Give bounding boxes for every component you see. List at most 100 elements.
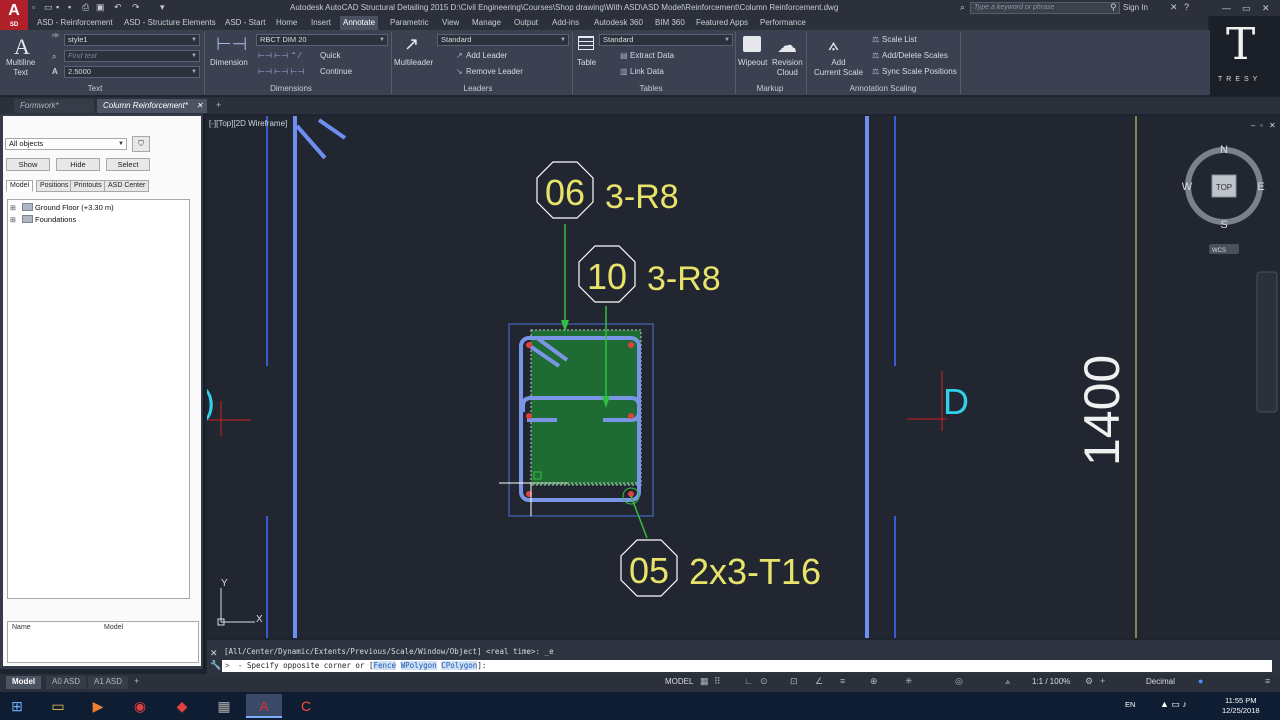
isolate-icon[interactable]: ● (1198, 676, 1203, 686)
viewport-close-icon[interactable]: ✕ (1269, 121, 1276, 130)
tab-performance[interactable]: Performance (760, 18, 806, 27)
viewcube-east[interactable]: E (1257, 181, 1264, 193)
units-selector[interactable]: Decimal (1146, 677, 1175, 686)
annotation-visibility-icon[interactable]: ◎ (955, 676, 963, 687)
search-input[interactable]: Type a keyword or phrase (970, 2, 1120, 14)
add-delete-scales-button[interactable]: ⚖ Add/Delete Scales (872, 51, 948, 60)
new-tab-icon[interactable]: + (216, 100, 221, 110)
scale-list-button[interactable]: ⚖ Scale List (872, 35, 917, 44)
sync-scale-positions-button[interactable]: ⚖ Sync Scale Positions (872, 67, 957, 76)
tree-item-ground-floor[interactable]: Ground Floor (+3.30 m) (22, 203, 114, 212)
camtasia-icon[interactable]: C (288, 694, 324, 718)
tab-positions[interactable]: Positions (36, 180, 73, 192)
show-button[interactable]: Show (6, 158, 50, 171)
save-as-icon[interactable]: ▪ (68, 2, 71, 12)
tab-parametric[interactable]: Parametric (390, 18, 429, 27)
close-tab-icon[interactable]: ✕ (196, 99, 203, 112)
undo-icon[interactable]: ↶ (114, 2, 122, 13)
panel-title-dimensions[interactable]: Dimensions (266, 84, 316, 93)
table-button[interactable]: Table (577, 58, 596, 67)
add-icon[interactable]: + (1100, 676, 1105, 686)
close-icon[interactable]: ✕ (1262, 3, 1270, 14)
dimension-icon[interactable]: ⊢⊣ (216, 34, 247, 55)
leader-style-combo[interactable]: Standard ▼ (437, 34, 569, 46)
add-current-scale-button[interactable]: Add Current Scale (814, 58, 863, 78)
table-icon[interactable] (578, 36, 594, 50)
column-section[interactable] (530, 329, 642, 486)
doc-tab-column-reinforcement[interactable]: Column Reinforcement* ✕ (97, 99, 207, 113)
drawing-viewport[interactable]: 06 3-R8 10 3-R8 05 2x3-T16 1400 D ) Y X … (207, 116, 1280, 638)
find-text-input[interactable]: Find text ▼ (64, 50, 200, 62)
tab-model[interactable]: Model (6, 180, 34, 192)
file-explorer-icon[interactable]: ▭ (40, 694, 76, 718)
tab-featured-apps[interactable]: Featured Apps (696, 18, 748, 27)
close-command-icon[interactable]: ✕ (210, 648, 218, 659)
extract-data-button[interactable]: ▤ Extract Data (620, 51, 674, 60)
select-button[interactable]: Select (106, 158, 150, 171)
start-button[interactable]: ⊞ (0, 694, 34, 718)
dim-tools-icons[interactable]: ⊢⊣ ⊢⊣ ⌃ ⁄ (258, 51, 301, 60)
doc-tab-formwork[interactable]: Formwork* (14, 99, 94, 113)
text-height-combo[interactable]: 2.5000 ▼ (64, 66, 200, 78)
add-current-scale-icon[interactable]: ⟑ (828, 34, 839, 55)
language-indicator[interactable]: EN (1125, 700, 1135, 709)
wipeout-icon[interactable] (743, 36, 761, 52)
minimize-icon[interactable]: — (1222, 3, 1231, 13)
tray-icons[interactable]: ▲ ▭ ♪ (1160, 699, 1187, 710)
tab-asd-structure-elements[interactable]: ASD - Structure Elements (124, 18, 216, 27)
gizmo-icon[interactable]: ✳ (905, 676, 913, 687)
new-layout-icon[interactable]: + (134, 676, 139, 686)
tab-annotate[interactable]: Annotate (340, 16, 379, 30)
drawing-canvas[interactable]: 06 3-R8 10 3-R8 05 2x3-T16 1400 D ) Y X … (207, 116, 1280, 638)
viewport-controls-label[interactable]: [-][Top][2D Wireframe] (209, 119, 287, 128)
continue-dim-button[interactable]: Continue (320, 67, 352, 76)
ws-icon[interactable]: ▣ (96, 2, 105, 13)
multileader-icon[interactable]: ↗ (404, 34, 419, 55)
customization-icon[interactable]: ≡ (1265, 676, 1270, 686)
dim-style-combo[interactable]: RBCT DIM 20 ▼ (256, 34, 388, 46)
revision-cloud-button[interactable]: Revision Cloud (772, 58, 803, 78)
viewcube-north[interactable]: N (1220, 144, 1228, 156)
tab-manage[interactable]: Manage (472, 18, 501, 27)
revision-cloud-icon[interactable]: ☁ (777, 33, 797, 58)
filter-button[interactable]: ⛉ (132, 136, 150, 152)
exchange-icon[interactable]: ✕ (1170, 2, 1178, 13)
tree-item-foundations[interactable]: Foundations (22, 215, 76, 224)
layout-tab-a1[interactable]: A1 ASD (88, 676, 129, 689)
annotation-scale-value[interactable]: 1:1 / 100% (1032, 677, 1070, 686)
option-fence[interactable]: Fence (373, 661, 397, 670)
link-data-button[interactable]: ▥ Link Data (620, 67, 664, 76)
text-style-combo[interactable]: style1 ▼ (64, 34, 200, 46)
help-icon[interactable]: ? (1184, 2, 1189, 12)
tab-autodesk-360[interactable]: Autodesk 360 (594, 18, 643, 27)
snap-icon[interactable]: ⠿ (714, 676, 721, 687)
robot-structural-icon[interactable]: ◆ (164, 694, 200, 718)
viewcube-west[interactable]: W (1182, 181, 1193, 193)
grid-icon[interactable]: ▦ (700, 676, 709, 687)
annotation-scale-icon[interactable]: ⟑ (1005, 676, 1010, 687)
quick-dim-button[interactable]: Quick (320, 51, 340, 60)
table-style-combo[interactable]: Standard ▼ (599, 34, 733, 46)
option-cpolygon[interactable]: CPolygon (441, 661, 478, 670)
hide-button[interactable]: Hide (56, 158, 100, 171)
otrack-icon[interactable]: ∠ (815, 676, 823, 687)
lineweight-icon[interactable]: ≡ (840, 676, 845, 686)
multiline-text-button[interactable]: Multiline Text (6, 58, 35, 78)
viewport-minimize-icon[interactable]: – (1251, 121, 1255, 130)
tab-output[interactable]: Output (514, 18, 538, 27)
workspace-gear-icon[interactable]: ⚙ (1085, 676, 1093, 687)
autocad-icon[interactable]: A (246, 694, 282, 718)
customize-icon[interactable]: 🔧 (210, 660, 221, 671)
maximize-icon[interactable]: ▭ (1242, 3, 1251, 14)
viewcube-south[interactable]: S (1220, 219, 1227, 231)
tab-add-ins[interactable]: Add-ins (552, 18, 579, 27)
panel-title-markup[interactable]: Markup (752, 84, 788, 93)
dim-tools2-icons[interactable]: ⊢⊣ ⊢⊣ ⊢⊣ (258, 67, 304, 76)
tab-insert[interactable]: Insert (311, 18, 331, 27)
calculator-icon[interactable]: ▦ (206, 694, 242, 718)
media-player-icon[interactable]: ▶ (80, 694, 116, 718)
panel-title-leaders[interactable]: Leaders (460, 84, 496, 93)
selection-cycling-icon[interactable]: ⊕ (870, 676, 878, 687)
tab-asd-center[interactable]: ASD Center (104, 180, 150, 192)
add-leader-button[interactable]: ↗ Add Leader (456, 51, 507, 60)
